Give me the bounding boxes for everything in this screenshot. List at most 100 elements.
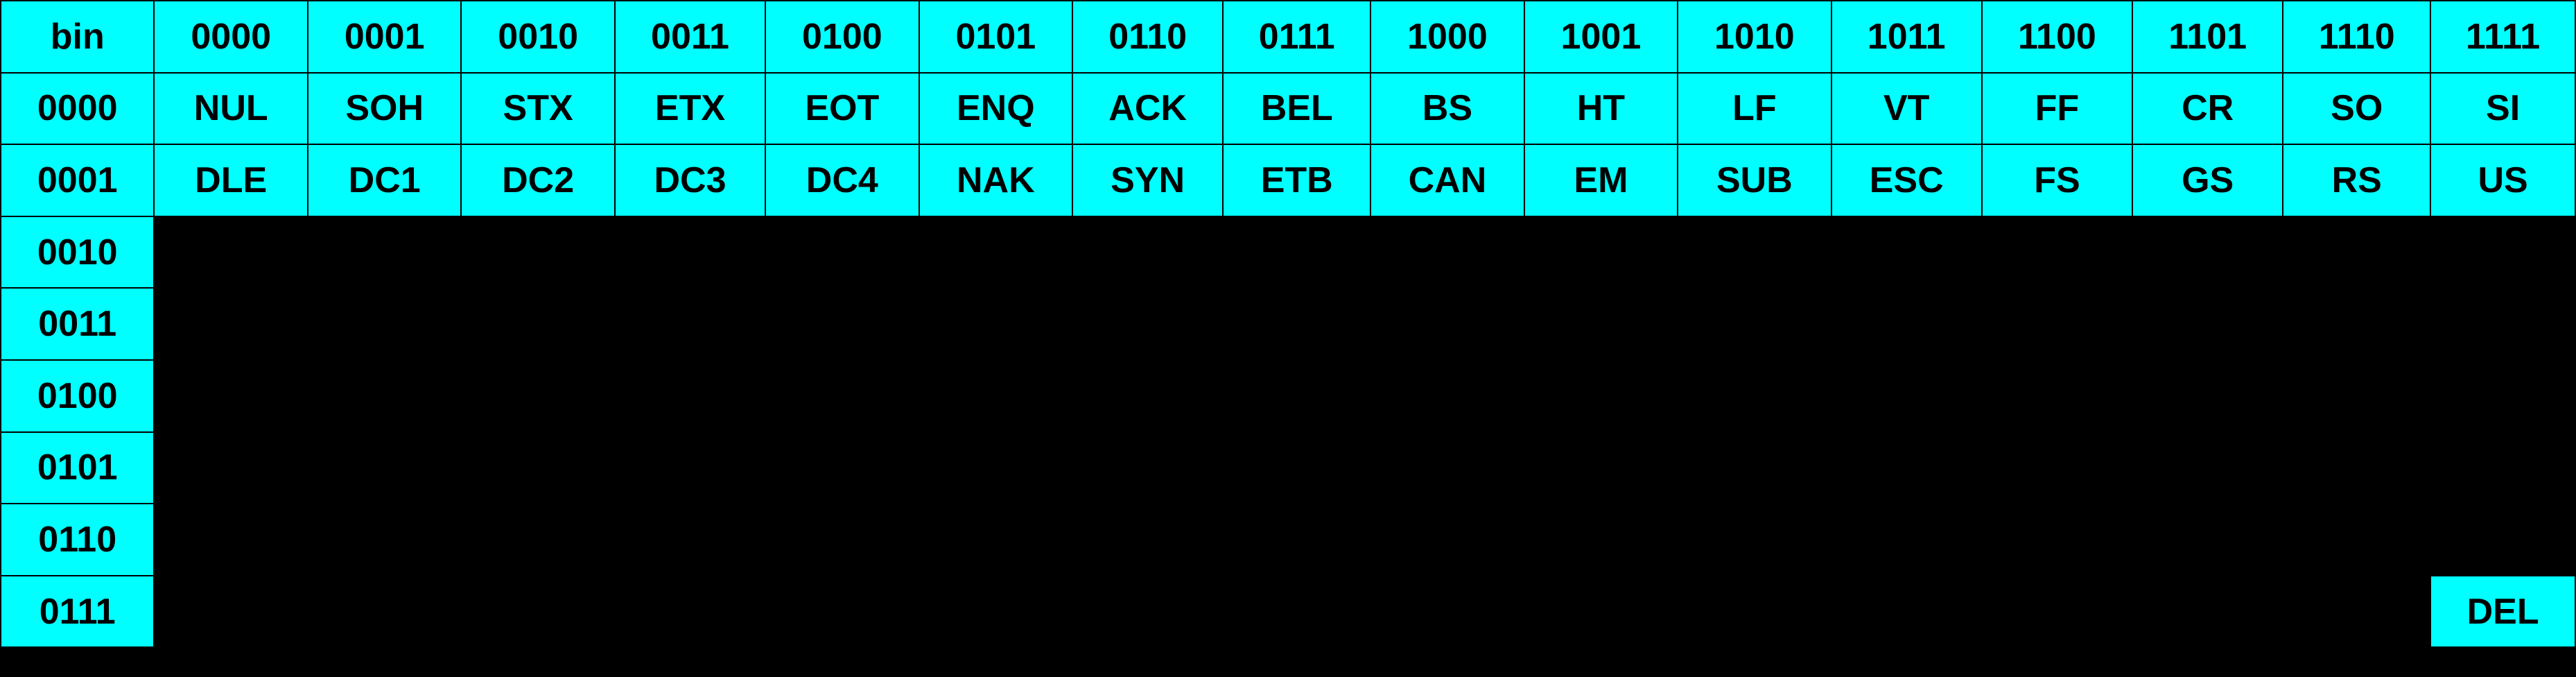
cell-0000-11: VT (1831, 73, 1982, 145)
cell-0011-2 (461, 288, 614, 360)
row-label: 0000 (1, 73, 154, 145)
cell-0010-7 (1223, 216, 1370, 289)
cell-0101-10 (1678, 432, 1831, 504)
cell-0001-1: DC1 (308, 144, 461, 216)
cell-0000-4: EOT (765, 73, 919, 145)
cell-0011-13 (2132, 288, 2283, 360)
cell-0110-15 (2430, 504, 2575, 576)
cell-0000-6: ACK (1072, 73, 1223, 145)
cell-0100-9 (1524, 360, 1678, 432)
cell-0010-12 (1982, 216, 2132, 289)
cell-0101-13 (2132, 432, 2283, 504)
cell-0100-4 (765, 360, 919, 432)
row-label: 0101 (1, 432, 154, 504)
column-header-0101: 0101 (919, 1, 1072, 73)
table-row: 0011 (1, 288, 2575, 360)
cell-0011-3 (615, 288, 765, 360)
cell-0010-9 (1524, 216, 1678, 289)
cell-0000-8: BS (1370, 73, 1524, 145)
column-header-0001: 0001 (308, 1, 461, 73)
cell-0110-0 (154, 504, 307, 576)
cell-0111-7 (1223, 576, 1370, 648)
cell-0100-1 (308, 360, 461, 432)
column-header-1000: 1000 (1370, 1, 1524, 73)
row-label: 0111 (1, 576, 154, 648)
cell-0101-1 (308, 432, 461, 504)
cell-0010-11 (1831, 216, 1982, 289)
row-label: 0110 (1, 504, 154, 576)
cell-0110-2 (461, 504, 614, 576)
cell-0001-9: EM (1524, 144, 1678, 216)
cell-0100-14 (2283, 360, 2430, 432)
cell-0010-0 (154, 216, 307, 289)
cell-0011-4 (765, 288, 919, 360)
cell-0110-8 (1370, 504, 1524, 576)
cell-0010-14 (2283, 216, 2430, 289)
cell-0100-0 (154, 360, 307, 432)
cell-0110-12 (1982, 504, 2132, 576)
cell-0001-15: US (2430, 144, 2575, 216)
cell-0101-9 (1524, 432, 1678, 504)
cell-0100-15 (2430, 360, 2575, 432)
cell-0101-14 (2283, 432, 2430, 504)
cell-0110-7 (1223, 504, 1370, 576)
cell-0110-5 (919, 504, 1072, 576)
cell-0011-11 (1831, 288, 1982, 360)
cell-0100-6 (1072, 360, 1223, 432)
cell-0111-14 (2283, 576, 2430, 648)
cell-0001-10: SUB (1678, 144, 1831, 216)
cell-0110-4 (765, 504, 919, 576)
cell-0001-4: DC4 (765, 144, 919, 216)
cell-0111-10 (1678, 576, 1831, 648)
cell-0000-9: HT (1524, 73, 1678, 145)
cell-0110-14 (2283, 504, 2430, 576)
cell-0000-3: ETX (615, 73, 765, 145)
ascii-table: bin0000000100100011010001010110011110001… (0, 0, 2576, 648)
cell-0100-2 (461, 360, 614, 432)
cell-0110-1 (308, 504, 461, 576)
column-header-1111: 1111 (2430, 1, 2575, 73)
cell-0111-15: DEL (2430, 576, 2575, 648)
cell-0000-13: CR (2132, 73, 2283, 145)
cell-0110-11 (1831, 504, 1982, 576)
table-row: 0010 (1, 216, 2575, 289)
table-row: 0000NULSOHSTXETXEOTENQACKBELBSHTLFVTFFCR… (1, 73, 2575, 145)
cell-0100-11 (1831, 360, 1982, 432)
cell-0110-3 (615, 504, 765, 576)
cell-0010-8 (1370, 216, 1524, 289)
cell-0110-13 (2132, 504, 2283, 576)
cell-0001-8: CAN (1370, 144, 1524, 216)
cell-0000-2: STX (461, 73, 614, 145)
cell-0100-10 (1678, 360, 1831, 432)
cell-0101-3 (615, 432, 765, 504)
column-header-1101: 1101 (2132, 1, 2283, 73)
cell-0101-2 (461, 432, 614, 504)
cell-0000-15: SI (2430, 73, 2575, 145)
cell-0001-5: NAK (919, 144, 1072, 216)
row-label: 0010 (1, 216, 154, 289)
cell-0100-8 (1370, 360, 1524, 432)
cell-0100-3 (615, 360, 765, 432)
column-header-1100: 1100 (1982, 1, 2132, 73)
cell-0111-4 (765, 576, 919, 648)
cell-0000-1: SOH (308, 73, 461, 145)
cell-0101-15 (2430, 432, 2575, 504)
column-header-0011: 0011 (615, 1, 765, 73)
cell-0000-12: FF (1982, 73, 2132, 145)
cell-0101-6 (1072, 432, 1223, 504)
cell-0011-14 (2283, 288, 2430, 360)
cell-0010-15 (2430, 216, 2575, 289)
cell-0100-12 (1982, 360, 2132, 432)
cell-0001-11: ESC (1831, 144, 1982, 216)
cell-0010-10 (1678, 216, 1831, 289)
cell-0111-5 (919, 576, 1072, 648)
cell-0001-13: GS (2132, 144, 2283, 216)
cell-0001-2: DC2 (461, 144, 614, 216)
cell-0100-13 (2132, 360, 2283, 432)
cell-0111-0 (154, 576, 307, 648)
column-header-0010: 0010 (461, 1, 614, 73)
cell-0011-6 (1072, 288, 1223, 360)
table-row: 0001DLEDC1DC2DC3DC4NAKSYNETBCANEMSUBESCF… (1, 144, 2575, 216)
cell-0100-7 (1223, 360, 1370, 432)
cell-0010-1 (308, 216, 461, 289)
